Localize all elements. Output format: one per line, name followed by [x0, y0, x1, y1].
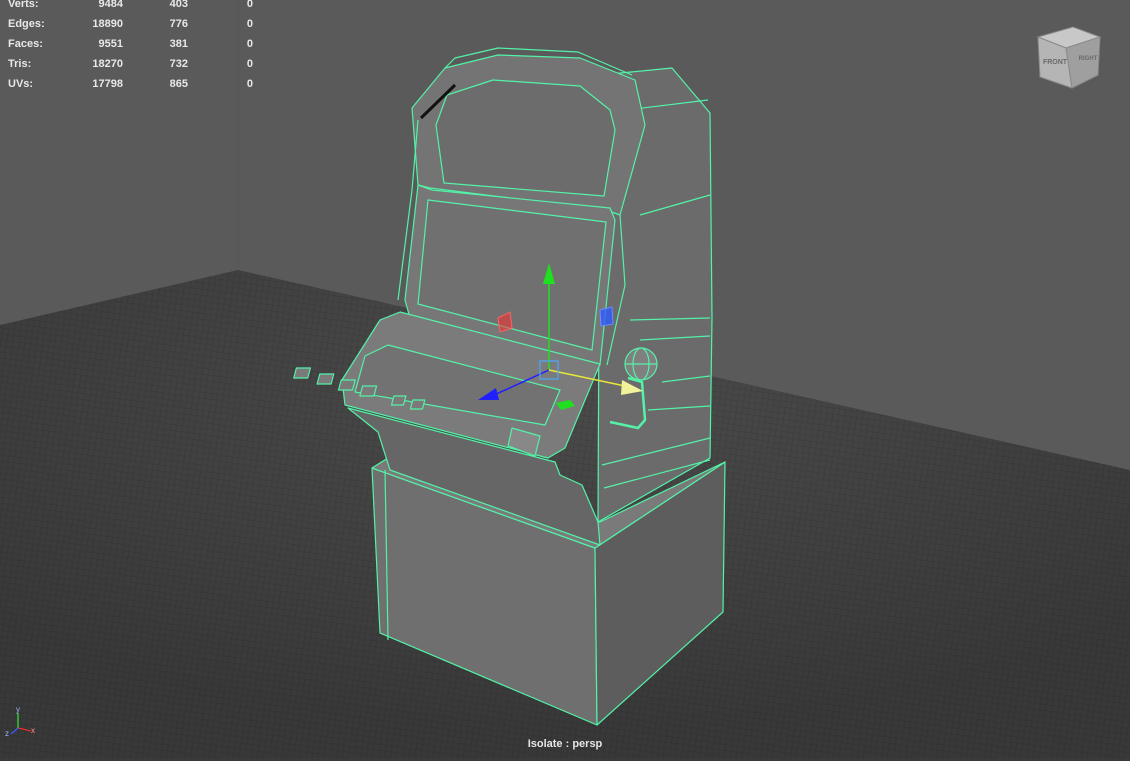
hud-third: 0 — [246, 58, 253, 70]
hud-label: Edges: — [8, 18, 45, 30]
top-panel — [435, 79, 616, 197]
view-cube[interactable]: FRONT RIGHT — [1036, 26, 1102, 89]
hud-label: Verts: — [8, 0, 39, 10]
hud-total: 9551 — [98, 38, 123, 50]
view-cube-right-label: RIGHT — [1079, 56, 1098, 62]
hud-label: UVs: — [8, 78, 34, 90]
hud-row-faces: Faces: 9551 381 0 — [0, 38, 260, 58]
hud-third: 0 — [246, 38, 253, 50]
hud-selected: 403 — [169, 0, 188, 10]
hud-third: 0 — [246, 18, 253, 30]
panel-button — [359, 385, 378, 397]
viewport-scene[interactable]: FRONT RIGHT y x z — [0, 0, 1130, 761]
panel-button — [390, 395, 407, 406]
view-cube-front-label: FRONT — [1043, 59, 1068, 66]
axis-y-label: y — [16, 705, 20, 714]
hud-row-tris: Tris: 18270 732 0 — [0, 58, 260, 78]
camera-label: Isolate : persp — [527, 738, 603, 750]
3d-viewport[interactable]: FRONT RIGHT y x z Verts: 9484 403 0 Edge… — [0, 0, 1130, 761]
hud-label: Faces: — [8, 38, 43, 50]
hud-row-uvs: UVs: 17798 865 0 — [0, 78, 260, 98]
panel-button — [409, 399, 426, 410]
hud-third: 0 — [246, 0, 253, 10]
hud-third: 0 — [246, 78, 253, 90]
hud-selected: 865 — [169, 78, 188, 90]
hud-row-edges: Edges: 18890 776 0 — [0, 18, 260, 38]
panel-button — [293, 367, 312, 379]
hud-selected: 732 — [169, 58, 188, 70]
axis-z-label: z — [5, 729, 9, 738]
hud-row-verts: Verts: 9484 403 0 — [0, 0, 260, 18]
panel-button — [316, 373, 335, 385]
hud-total: 9484 — [98, 0, 123, 10]
hud-selected: 776 — [169, 18, 188, 30]
gizmo-yz-plane-handle[interactable] — [599, 306, 614, 327]
hud-total: 17798 — [92, 78, 123, 90]
hud-total: 18890 — [92, 18, 123, 30]
axis-x-label: x — [31, 726, 35, 735]
hud-selected: 381 — [169, 38, 188, 50]
panel-button — [337, 379, 356, 391]
hud-label: Tris: — [8, 58, 32, 70]
hud-total: 18270 — [92, 58, 123, 70]
